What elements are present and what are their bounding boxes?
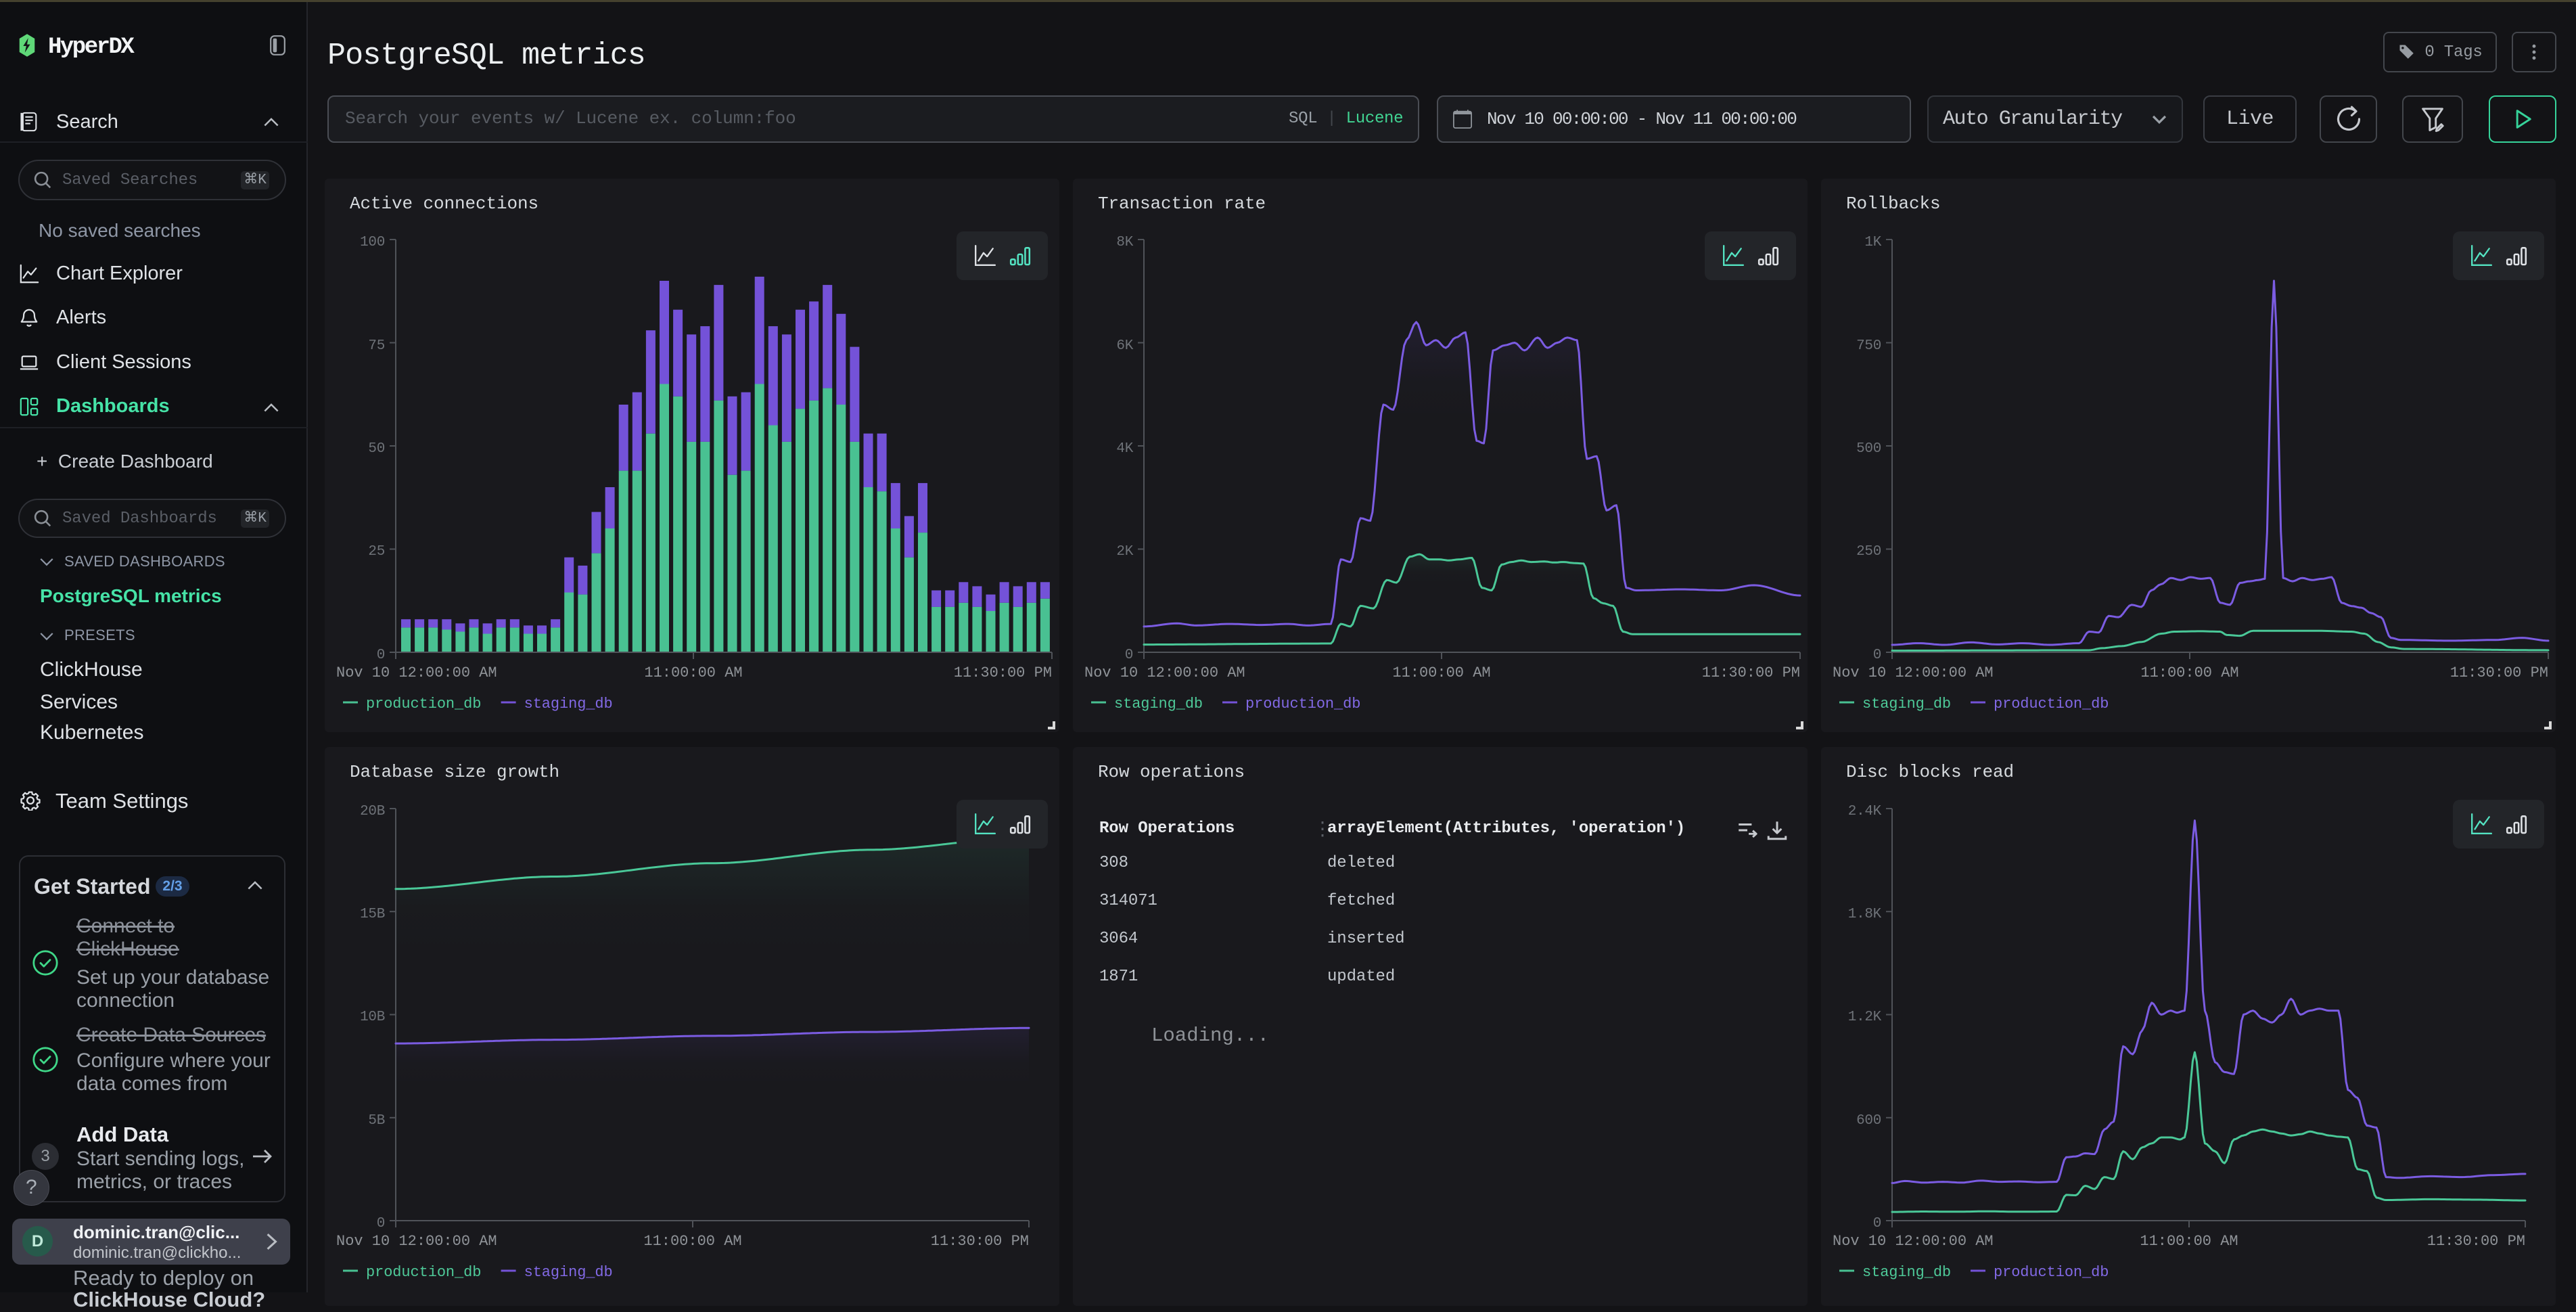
svg-text:11:00:00 AM: 11:00:00 AM bbox=[1392, 664, 1490, 681]
svg-text:Nov 10 12:00:00 AM: Nov 10 12:00:00 AM bbox=[1833, 664, 1994, 681]
svg-text:11:00:00 AM: 11:00:00 AM bbox=[643, 1233, 741, 1250]
svg-text:750: 750 bbox=[1856, 338, 1881, 354]
svg-text:11:00:00 AM: 11:00:00 AM bbox=[644, 664, 742, 681]
svg-text:11:30:00 PM: 11:30:00 PM bbox=[931, 1233, 1029, 1250]
svg-text:Nov 10 12:00:00 AM: Nov 10 12:00:00 AM bbox=[336, 1233, 497, 1250]
svg-text:0: 0 bbox=[377, 1216, 385, 1231]
svg-text:50: 50 bbox=[368, 441, 385, 457]
svg-text:20B: 20B bbox=[360, 804, 385, 819]
svg-text:10B: 10B bbox=[360, 1010, 385, 1025]
svg-text:100: 100 bbox=[360, 235, 385, 250]
svg-text:11:30:00 PM: 11:30:00 PM bbox=[2427, 1233, 2525, 1250]
svg-text:8K: 8K bbox=[1116, 235, 1133, 250]
svg-text:1.2K: 1.2K bbox=[1848, 1010, 1882, 1025]
svg-text:600: 600 bbox=[1856, 1113, 1881, 1129]
svg-text:0: 0 bbox=[1873, 1216, 1881, 1231]
svg-text:15B: 15B bbox=[360, 907, 385, 922]
svg-text:Nov 10 12:00:00 AM: Nov 10 12:00:00 AM bbox=[1833, 1233, 1994, 1250]
svg-text:staging_db: staging_db bbox=[1862, 1264, 1951, 1281]
svg-text:0: 0 bbox=[1873, 648, 1881, 663]
svg-text:staging_db: staging_db bbox=[524, 696, 613, 712]
svg-text:11:30:00 PM: 11:30:00 PM bbox=[1702, 664, 1800, 681]
svg-text:production_db: production_db bbox=[1994, 696, 2109, 712]
svg-text:staging_db: staging_db bbox=[1114, 696, 1203, 712]
svg-text:11:00:00 AM: 11:00:00 AM bbox=[2140, 664, 2238, 681]
svg-text:2.4K: 2.4K bbox=[1848, 804, 1882, 819]
svg-text:5B: 5B bbox=[368, 1113, 385, 1129]
svg-text:production_db: production_db bbox=[1245, 696, 1360, 712]
svg-text:11:30:00 PM: 11:30:00 PM bbox=[954, 664, 1052, 681]
svg-text:0: 0 bbox=[377, 648, 385, 663]
svg-text:11:30:00 PM: 11:30:00 PM bbox=[2450, 664, 2548, 681]
svg-text:staging_db: staging_db bbox=[1862, 696, 1951, 712]
svg-text:1.8K: 1.8K bbox=[1848, 907, 1882, 922]
svg-text:250: 250 bbox=[1856, 544, 1881, 560]
svg-text:11:00:00 AM: 11:00:00 AM bbox=[2140, 1233, 2238, 1250]
svg-text:0: 0 bbox=[1125, 648, 1133, 663]
svg-text:1K: 1K bbox=[1864, 235, 1881, 250]
svg-text:production_db: production_db bbox=[366, 696, 481, 712]
svg-text:500: 500 bbox=[1856, 441, 1881, 457]
svg-text:75: 75 bbox=[368, 338, 385, 354]
svg-text:2K: 2K bbox=[1116, 544, 1133, 560]
svg-text:Nov 10 12:00:00 AM: Nov 10 12:00:00 AM bbox=[336, 664, 497, 681]
svg-text:4K: 4K bbox=[1116, 441, 1133, 457]
svg-text:production_db: production_db bbox=[366, 1264, 481, 1281]
svg-text:25: 25 bbox=[368, 544, 385, 560]
svg-text:Nov 10 12:00:00 AM: Nov 10 12:00:00 AM bbox=[1084, 664, 1245, 681]
svg-text:staging_db: staging_db bbox=[524, 1264, 613, 1281]
svg-text:production_db: production_db bbox=[1994, 1264, 2109, 1281]
svg-text:6K: 6K bbox=[1116, 338, 1133, 354]
